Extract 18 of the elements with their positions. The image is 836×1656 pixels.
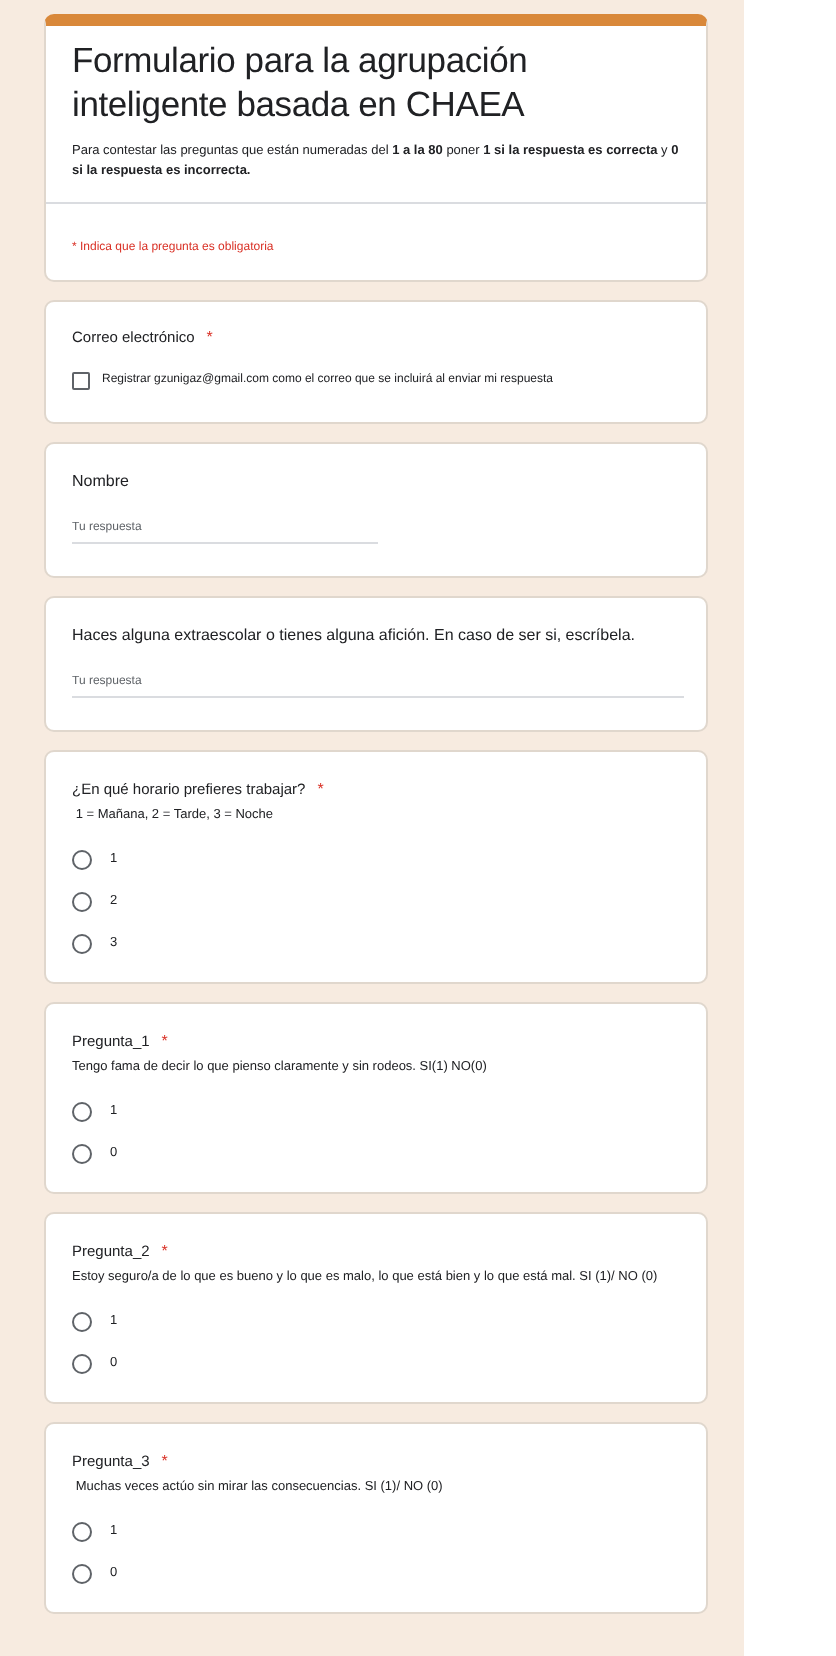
radio-button[interactable]	[72, 934, 92, 954]
radio-button[interactable]	[72, 1354, 92, 1374]
required-mark: *	[161, 1450, 168, 1474]
required-mark: *	[206, 326, 213, 350]
radio-button[interactable]	[72, 1144, 92, 1164]
question-title: Nombre	[72, 470, 129, 494]
radio-button[interactable]	[72, 1522, 92, 1542]
required-mark: *	[161, 1240, 168, 1264]
radio-button[interactable]	[72, 892, 92, 912]
radio-button[interactable]	[72, 1312, 92, 1332]
required-mark: *	[161, 1030, 168, 1054]
checkbox[interactable]	[72, 372, 90, 390]
radio-button[interactable]	[72, 850, 92, 870]
form-title: Formulario para la agrupación inteligente basada en CHAEA	[72, 38, 530, 126]
radio-button[interactable]	[72, 1564, 92, 1584]
radio-button[interactable]	[72, 1102, 92, 1122]
required-mark: *	[317, 778, 324, 802]
question-title: Haces alguna extraescolar o tienes alguna afición. En caso de ser si, escríbela.	[72, 624, 635, 648]
